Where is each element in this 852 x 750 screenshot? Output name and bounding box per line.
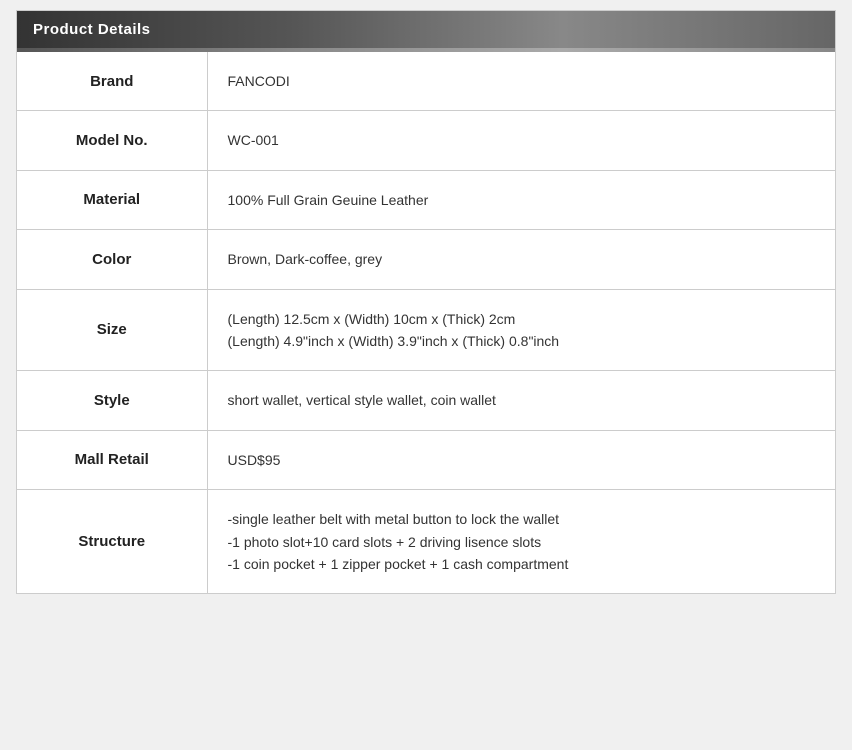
value-line: -single leather belt with metal button t… <box>228 508 816 530</box>
label-cell-3: Color <box>17 230 207 289</box>
table-row: Color Brown, Dark-coffee, grey <box>17 230 835 289</box>
value-line: Brown, Dark-coffee, grey <box>228 248 816 270</box>
product-details-header: Product Details <box>17 11 835 48</box>
value-cell-1: WC-001 <box>207 111 835 170</box>
value-cell-5: short wallet, vertical style wallet, coi… <box>207 371 835 430</box>
value-line: WC-001 <box>228 129 816 151</box>
details-table: Brand FANCODI Model No. WC-001 Material 100% … <box>17 52 835 593</box>
table-row: Style short wallet, vertical style wallet… <box>17 371 835 430</box>
table-row: Brand FANCODI <box>17 52 835 111</box>
label-cell-1: Model No. <box>17 111 207 170</box>
product-details-title: Product Details <box>33 21 151 38</box>
label-cell-5: Style <box>17 371 207 430</box>
value-line: short wallet, vertical style wallet, coi… <box>228 389 816 411</box>
table-row: Model No. WC-001 <box>17 111 835 170</box>
value-line: USD$95 <box>228 449 816 471</box>
label-cell-6: Mall Retail <box>17 430 207 489</box>
table-row: Structure -single leather belt with metal… <box>17 490 835 594</box>
label-cell-4: Size <box>17 289 207 371</box>
value-line: FANCODI <box>228 70 816 92</box>
value-cell-7: -single leather belt with metal button t… <box>207 490 835 594</box>
value-line: (Length) 12.5cm x (Width) 10cm x (Thick)… <box>228 308 816 330</box>
value-cell-6: USD$95 <box>207 430 835 489</box>
value-cell-3: Brown, Dark-coffee, grey <box>207 230 835 289</box>
value-line: 100% Full Grain Geuine Leather <box>228 189 816 211</box>
table-row: Mall Retail USD$95 <box>17 430 835 489</box>
table-row: Size (Length) 12.5cm x (Width) 10cm x (Th… <box>17 289 835 371</box>
value-cell-2: 100% Full Grain Geuine Leather <box>207 170 835 229</box>
value-line: (Length) 4.9"inch x (Width) 3.9"inch x (… <box>228 330 816 352</box>
value-cell-4: (Length) 12.5cm x (Width) 10cm x (Thick)… <box>207 289 835 371</box>
label-cell-0: Brand <box>17 52 207 111</box>
product-details-container: Product Details Brand FANCODI Model No. WC-… <box>16 10 836 594</box>
value-cell-0: FANCODI <box>207 52 835 111</box>
label-cell-2: Material <box>17 170 207 229</box>
label-cell-7: Structure <box>17 490 207 594</box>
value-line: -1 photo slot+10 card slots + 2 driving … <box>228 531 816 553</box>
value-line: -1 coin pocket + 1 zipper pocket + 1 cas… <box>228 553 816 575</box>
table-row: Material 100% Full Grain Geuine Leather <box>17 170 835 229</box>
